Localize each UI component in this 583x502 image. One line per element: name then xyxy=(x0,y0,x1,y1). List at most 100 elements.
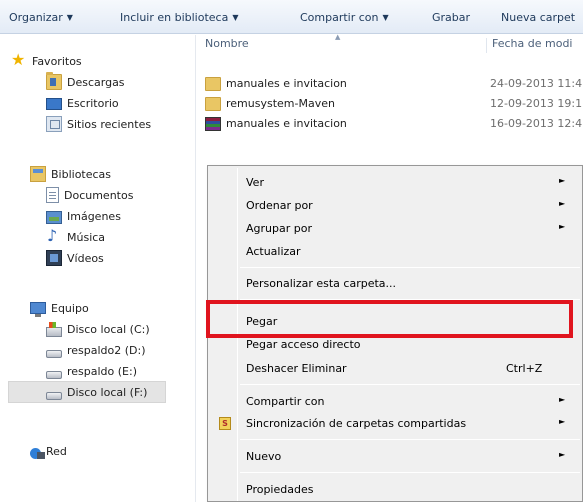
submenu-arrow-icon: ► xyxy=(559,450,566,459)
file-name: remusystem-Maven xyxy=(226,97,335,110)
context-menu: Ver ► Ordenar por ► Agrupar por ► Actual… xyxy=(207,165,583,502)
menu-item-label: Actualizar xyxy=(246,245,301,258)
chevron-down-icon: ▼ xyxy=(382,13,389,22)
star-icon xyxy=(11,50,27,69)
burn-label: Grabar xyxy=(432,11,471,24)
documents-icon xyxy=(46,187,59,203)
music-note-icon xyxy=(46,226,62,245)
nav-downloads[interactable]: Descargas xyxy=(46,72,125,92)
menu-item-group-by[interactable]: Agrupar por ► xyxy=(210,218,580,240)
drive-icon xyxy=(46,392,62,400)
column-divider[interactable] xyxy=(486,38,487,53)
submenu-arrow-icon: ► xyxy=(559,395,566,404)
menu-item-undo-delete[interactable]: Deshacer Eliminar Ctrl+Z xyxy=(210,358,580,380)
organize-button[interactable]: Organizar ▼ xyxy=(9,11,73,24)
nav-drive-e-label: respaldo (E:) xyxy=(67,364,138,378)
chevron-down-icon: ▼ xyxy=(66,13,73,22)
file-row[interactable]: remusystem-Maven 12-09-2013 19:1 xyxy=(205,95,583,113)
menu-separator xyxy=(240,472,580,473)
new-folder-label: Nueva carpet xyxy=(501,11,576,24)
nav-computer[interactable]: Equipo xyxy=(30,298,89,318)
menu-item-label: Compartir con xyxy=(246,395,325,408)
nav-drive-e[interactable]: respaldo (E:) xyxy=(46,361,137,381)
nav-music-label: Música xyxy=(67,230,106,244)
file-date: 12-09-2013 19:1 xyxy=(490,97,583,110)
folder-icon xyxy=(205,97,221,111)
menu-item-sort-by[interactable]: Ordenar por ► xyxy=(210,195,580,217)
menu-item-view[interactable]: Ver ► xyxy=(210,172,580,194)
nav-desktop-label: Escritorio xyxy=(67,96,119,110)
submenu-arrow-icon: ► xyxy=(559,199,566,208)
menu-separator xyxy=(240,384,580,385)
computer-icon xyxy=(30,302,46,317)
nav-videos[interactable]: Vídeos xyxy=(46,248,104,268)
menu-item-new[interactable]: Nuevo ► xyxy=(210,446,580,468)
menu-item-customize-folder[interactable]: Personalizar esta carpeta... xyxy=(210,273,580,295)
menu-item-label: Sincronización de carpetas compartidas xyxy=(246,417,467,430)
nav-videos-label: Vídeos xyxy=(67,251,104,265)
nav-disk-f[interactable]: Disco local (F:) xyxy=(8,381,166,403)
drive-icon xyxy=(46,371,62,379)
navigation-pane: Favoritos Descargas Escritorio Sitios re… xyxy=(0,35,196,502)
share-with-label: Compartir con xyxy=(300,11,379,24)
menu-item-label: Propiedades xyxy=(246,483,314,496)
nav-drive-d-label: respaldo2 (D:) xyxy=(67,343,146,357)
recent-places-icon xyxy=(46,116,62,132)
menu-item-label: Agrupar por xyxy=(246,222,312,235)
menu-item-refresh[interactable]: Actualizar xyxy=(210,241,580,263)
downloads-folder-icon xyxy=(46,72,62,90)
share-with-button[interactable]: Compartir con ▼ xyxy=(300,11,389,24)
nav-documents[interactable]: Documentos xyxy=(46,185,133,205)
nav-network[interactable]: Red xyxy=(30,441,67,461)
menu-separator xyxy=(240,267,580,268)
menu-item-label: Pegar xyxy=(246,315,278,328)
menu-item-paste-shortcut[interactable]: Pegar acceso directo xyxy=(210,334,580,356)
nav-drive-d[interactable]: respaldo2 (D:) xyxy=(46,340,146,360)
sort-ascending-icon: ▲ xyxy=(335,33,341,41)
nav-favorites-label: Favoritos xyxy=(32,54,82,68)
menu-item-label: Deshacer Eliminar xyxy=(246,362,347,375)
submenu-arrow-icon: ► xyxy=(559,222,566,231)
submenu-arrow-icon: ► xyxy=(559,176,566,185)
menu-item-properties[interactable]: Propiedades xyxy=(210,479,580,501)
nav-disk-f-label: Disco local (F:) xyxy=(67,385,148,399)
nav-disk-c[interactable]: Disco local (C:) xyxy=(46,319,150,339)
menu-shortcut: Ctrl+Z xyxy=(506,362,543,375)
nav-recent-places[interactable]: Sitios recientes xyxy=(46,114,151,134)
file-row[interactable]: manuales e invitacion 24-09-2013 11:4 xyxy=(205,75,583,93)
menu-separator xyxy=(240,439,580,440)
column-header-name[interactable]: Nombre xyxy=(205,37,249,50)
menu-item-label: Personalizar esta carpeta... xyxy=(246,277,397,290)
archive-icon xyxy=(205,117,221,131)
file-name: manuales e invitacion xyxy=(226,77,347,90)
file-row[interactable]: manuales e invitacion 16-09-2013 12:4 xyxy=(205,115,583,133)
menu-separator xyxy=(240,299,580,300)
nav-documents-label: Documentos xyxy=(64,188,134,202)
images-icon xyxy=(46,210,62,224)
desktop-icon xyxy=(46,98,62,110)
menu-item-paste[interactable]: Pegar xyxy=(210,311,580,333)
drive-icon xyxy=(46,350,62,358)
submenu-arrow-icon: ► xyxy=(559,417,566,426)
videos-icon xyxy=(46,250,62,266)
menu-item-sync-shared[interactable]: S Sincronización de carpetas compartidas… xyxy=(210,413,580,435)
nav-libraries[interactable]: Bibliotecas xyxy=(30,164,111,184)
libraries-icon xyxy=(30,166,46,182)
nav-recent-label: Sitios recientes xyxy=(67,117,152,131)
nav-favorites[interactable]: Favoritos xyxy=(11,50,82,71)
burn-button[interactable]: Grabar xyxy=(432,11,470,24)
new-folder-button[interactable]: Nueva carpet xyxy=(501,11,575,24)
nav-network-label: Red xyxy=(46,444,67,458)
column-header-date[interactable]: Fecha de modi xyxy=(492,37,572,50)
menu-item-label: Nuevo xyxy=(246,450,282,463)
nav-desktop[interactable]: Escritorio xyxy=(46,93,119,113)
folder-icon xyxy=(205,77,221,91)
nav-downloads-label: Descargas xyxy=(67,75,125,89)
nav-disk-c-label: Disco local (C:) xyxy=(67,322,150,336)
file-date: 16-09-2013 12:4 xyxy=(490,117,583,130)
menu-item-share-with[interactable]: Compartir con ► xyxy=(210,391,580,413)
nav-images[interactable]: Imágenes xyxy=(46,206,121,226)
nav-music[interactable]: Música xyxy=(46,226,106,247)
include-library-button[interactable]: Incluir en biblioteca ▼ xyxy=(120,11,239,24)
sync-folder-icon: S xyxy=(219,417,231,430)
